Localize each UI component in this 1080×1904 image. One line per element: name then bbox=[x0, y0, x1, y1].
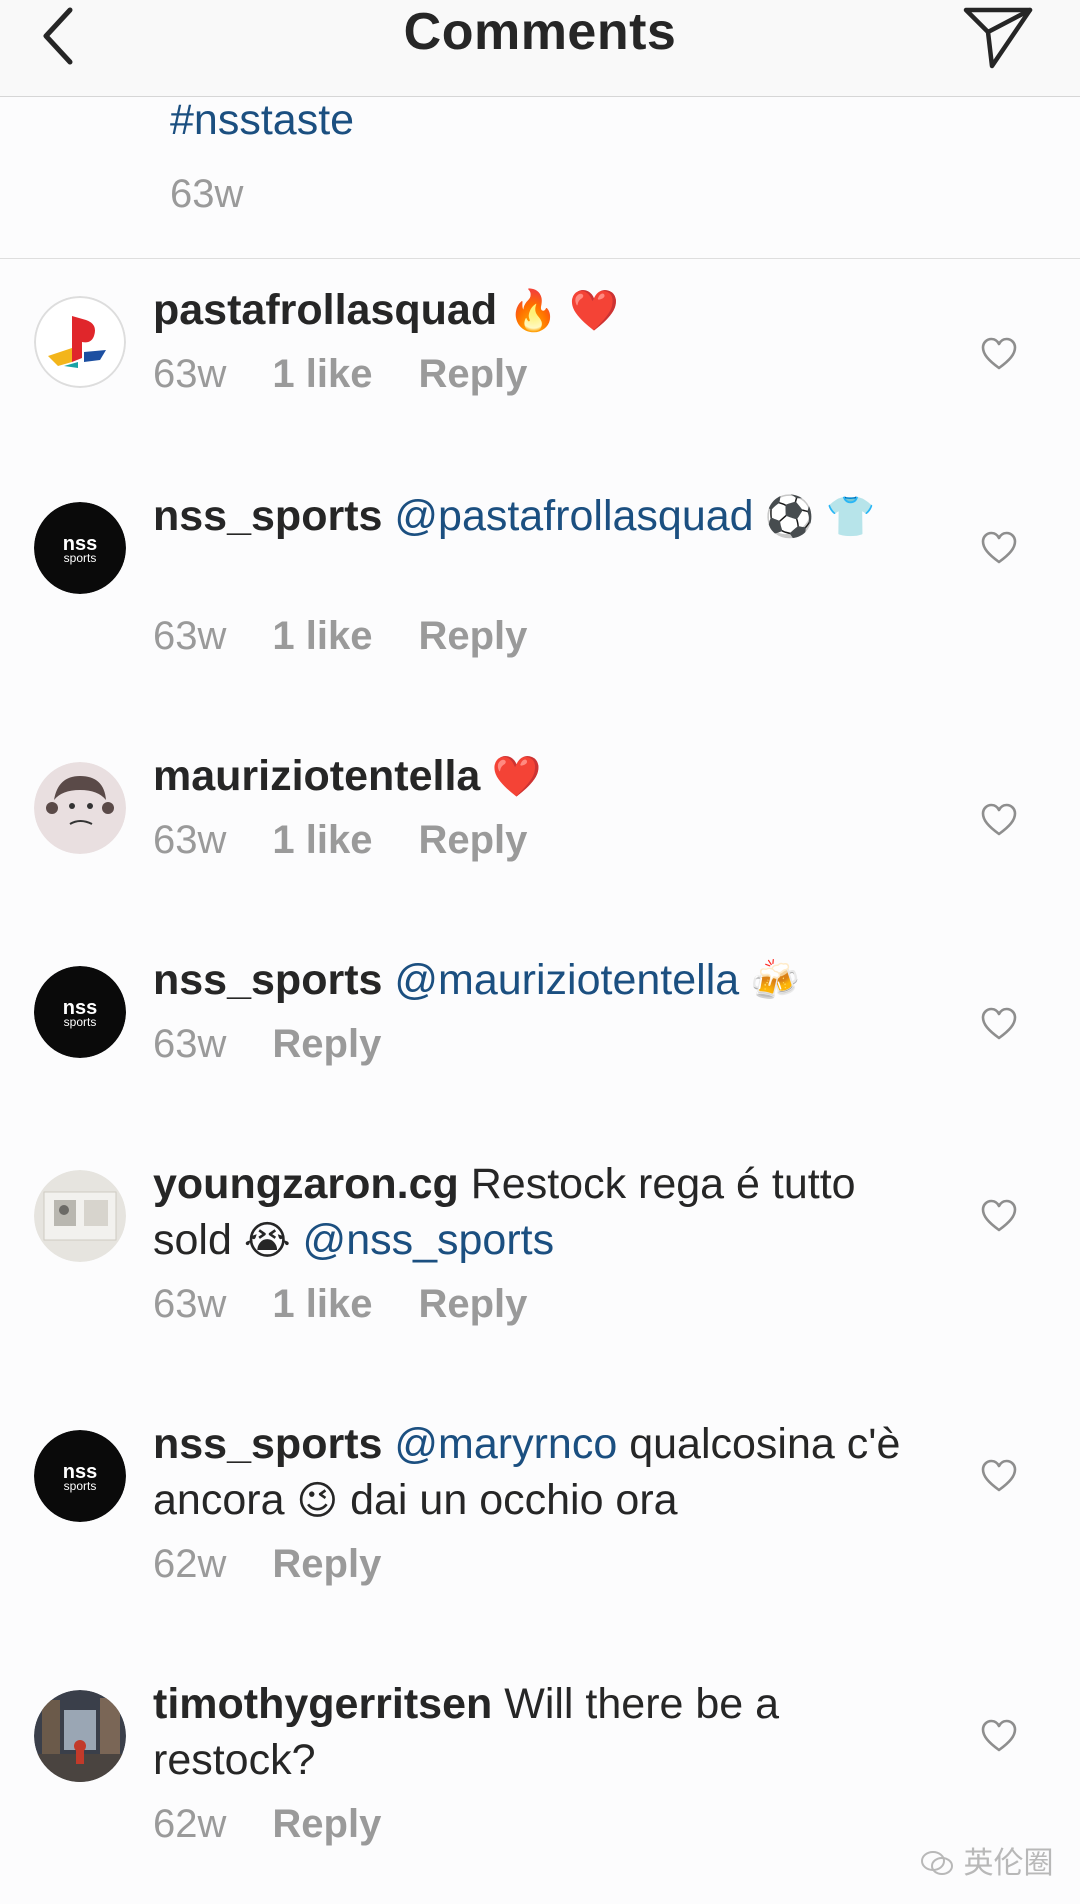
emoji: ⚽ 👕 bbox=[753, 495, 876, 539]
comment-text: pastafrollasquad 🔥 ❤️ bbox=[153, 282, 933, 339]
comment-username[interactable]: nss_sports bbox=[153, 1420, 382, 1468]
avatar[interactable] bbox=[34, 1170, 126, 1262]
comment-username[interactable]: nss_sports bbox=[153, 956, 382, 1004]
comment-username[interactable]: mauriziotentella bbox=[153, 752, 480, 800]
like-heart-icon[interactable] bbox=[980, 1718, 1018, 1754]
comment-body: dai un occhio ora bbox=[338, 1476, 678, 1524]
svg-text:sports: sports bbox=[64, 1479, 97, 1493]
reply-button[interactable]: Reply bbox=[272, 1022, 381, 1066]
mention-link[interactable]: @maryrnco bbox=[382, 1420, 617, 1468]
like-heart-icon[interactable] bbox=[980, 1006, 1018, 1042]
comment-meta: 63w Reply bbox=[153, 1022, 427, 1067]
comment-timestamp: 63w bbox=[153, 1022, 227, 1066]
reply-button[interactable]: Reply bbox=[272, 1802, 381, 1846]
emoji: 😭 bbox=[243, 1219, 291, 1263]
reply-button[interactable]: Reply bbox=[418, 818, 527, 862]
reply-button[interactable]: Reply bbox=[418, 352, 527, 396]
reply-button[interactable]: Reply bbox=[418, 614, 527, 658]
hashtag-link[interactable]: #nsstaste bbox=[170, 96, 354, 145]
like-heart-icon[interactable] bbox=[980, 802, 1018, 838]
watermark: 英伦圈 bbox=[920, 1838, 1054, 1882]
wechat-icon bbox=[921, 1851, 953, 1875]
like-heart-icon[interactable] bbox=[980, 1198, 1018, 1234]
svg-text:sports: sports bbox=[64, 1015, 97, 1029]
comment-username[interactable]: pastafrollasquad bbox=[153, 286, 497, 334]
comment-text: nss_sports @pastafrollasquad ⚽ 👕 bbox=[153, 488, 933, 545]
avatar[interactable]: nss sports bbox=[34, 502, 126, 594]
mention-link[interactable]: @pastafrollasquad bbox=[382, 492, 753, 540]
page-title: Comments bbox=[403, 3, 677, 61]
send-icon[interactable] bbox=[962, 4, 1034, 70]
comment-text: mauriziotentella ❤️ bbox=[153, 748, 933, 805]
likes-count[interactable]: 1 like bbox=[272, 352, 372, 396]
comment-meta: 63w 1 like Reply bbox=[153, 1282, 573, 1327]
like-heart-icon[interactable] bbox=[980, 336, 1018, 372]
comment-meta: 62w Reply bbox=[153, 1542, 427, 1587]
emoji: 🔥 ❤️ bbox=[497, 289, 619, 333]
caption-divider bbox=[0, 258, 1080, 259]
comment-username[interactable]: nss_sports bbox=[153, 492, 382, 540]
comment-text: youngzaron.cg Restock rega é tutto sold … bbox=[153, 1156, 933, 1269]
comment-timestamp: 62w bbox=[153, 1802, 227, 1846]
emoji: 🍻 bbox=[739, 959, 801, 1003]
avatar[interactable]: nss sports bbox=[34, 1430, 126, 1522]
mention-link[interactable]: @nss_sports bbox=[291, 1216, 555, 1264]
reply-button[interactable]: Reply bbox=[272, 1542, 381, 1586]
comment-timestamp: 63w bbox=[153, 1282, 227, 1326]
emoji: ❤️ bbox=[480, 755, 542, 799]
like-heart-icon[interactable] bbox=[980, 530, 1018, 566]
avatar[interactable]: nss sports bbox=[34, 966, 126, 1058]
likes-count[interactable]: 1 like bbox=[272, 614, 372, 658]
reply-button[interactable]: Reply bbox=[418, 1282, 527, 1326]
comment-timestamp: 62w bbox=[153, 1542, 227, 1586]
comment-text: nss_sports @maryrnco qualcosina c'è anco… bbox=[153, 1416, 933, 1529]
likes-count[interactable]: 1 like bbox=[272, 818, 372, 862]
caption-timestamp: 63w bbox=[170, 172, 244, 216]
comment-timestamp: 63w bbox=[153, 614, 227, 658]
comment-meta: 63w 1 like Reply bbox=[153, 352, 573, 397]
avatar[interactable] bbox=[34, 1690, 126, 1782]
comment-meta: 63w 1 like Reply bbox=[153, 614, 573, 659]
comment-username[interactable]: timothygerritsen bbox=[153, 1680, 492, 1728]
like-heart-icon[interactable] bbox=[980, 1458, 1018, 1494]
comment-meta: 62w Reply bbox=[153, 1802, 427, 1847]
avatar[interactable] bbox=[34, 762, 126, 854]
comment-timestamp: 63w bbox=[153, 818, 227, 862]
svg-text:sports: sports bbox=[64, 551, 97, 565]
mention-link[interactable]: @mauriziotentella bbox=[382, 956, 739, 1004]
comment-text: timothygerritsen Will there be a restock… bbox=[153, 1676, 933, 1788]
likes-count[interactable]: 1 like bbox=[272, 1282, 372, 1326]
comment-text: nss_sports @mauriziotentella 🍻 bbox=[153, 952, 933, 1009]
comment-meta: 63w 1 like Reply bbox=[153, 818, 573, 863]
comment-username[interactable]: youngzaron.cg bbox=[153, 1160, 459, 1208]
comment-timestamp: 63w bbox=[153, 352, 227, 396]
avatar[interactable] bbox=[34, 296, 126, 388]
watermark-text: 英伦圈 bbox=[963, 1846, 1054, 1881]
emoji: 😉 bbox=[296, 1479, 339, 1523]
header-bar: Comments bbox=[0, 0, 1080, 97]
